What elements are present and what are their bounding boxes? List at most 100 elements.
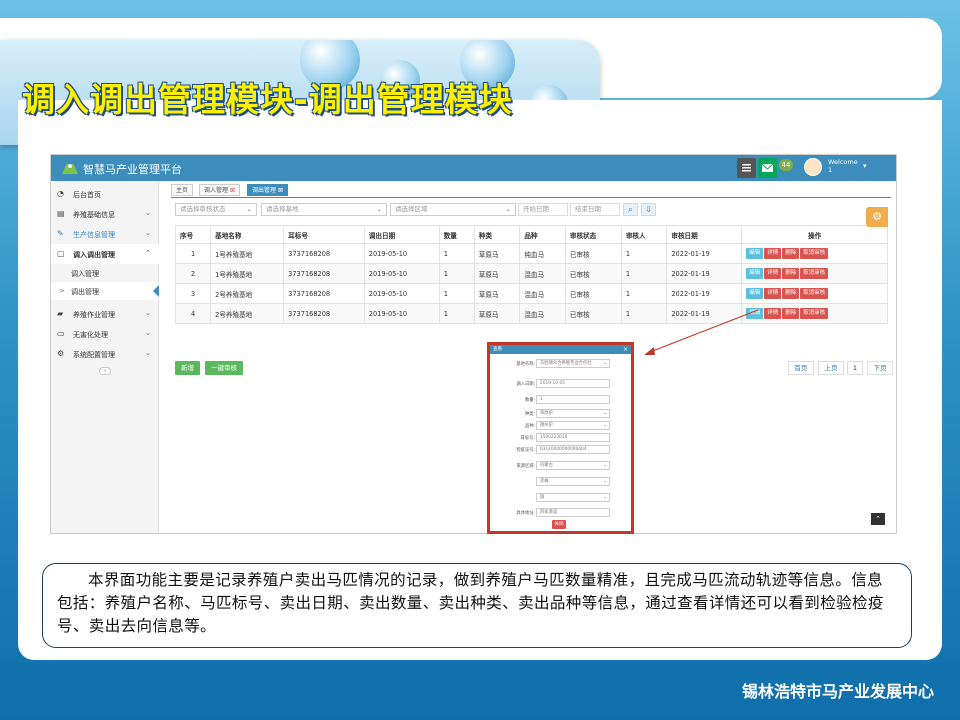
pager-last[interactable]: 尾页 [896,361,897,375]
delete-button[interactable]: 删除 [782,288,800,299]
cancel-review-button[interactable]: 取消审核 [800,308,829,319]
settings-gear-icon[interactable]: ⚙ [866,207,888,227]
popup-select[interactable]: 草原驴 ⌄ [536,409,610,418]
cancel-review-button[interactable]: 取消审核 [800,268,829,279]
popup-field: 品种: 德州驴 ⌄ [490,421,631,431]
popup-close-button[interactable]: 关闭 [552,520,566,529]
scroll-top-button[interactable]: ⌃ [871,513,885,525]
sidebar-item-breeding-info[interactable]: ▤ 养殖基础信息 ⌄ [51,204,159,224]
chevron-up-icon: ⌃ [145,249,151,257]
row-actions: 编辑 详情 删除 取消审核 [741,243,888,264]
sidebar: ◔ 后台首页 ▤ 养殖基础信息 ⌄ ✎ 生产信息管理 ⌄ ▢ 调入调出管理 ⌃ 调入管理 > 调… [51,181,159,533]
table-cell: 已审核 [564,243,622,264]
detail-button[interactable]: 详情 [764,288,782,299]
tab-transfer-in[interactable]: 调入管理 ⊠ [199,184,240,196]
cancel-review-button-label: 取消审核 [803,310,826,316]
sidebar-item-operations[interactable]: ▰ 养殖作业管理 ⌄ [51,304,159,324]
popup-field-label: 调入日期: [516,382,535,387]
sidebar-item-transfer[interactable]: ▢ 调入调出管理 ⌃ [51,244,159,264]
status-select[interactable]: 请选择审核状态 ⌄ [175,203,257,216]
popup-input[interactable]: 四家港庙 [536,508,610,517]
detail-button[interactable]: 详情 [764,248,782,259]
popup-select[interactable]: 东胜镇众合养殖专业合作社 ⌄ [536,359,610,368]
dashboard-icon: ◔ [57,189,64,198]
row-actions: 编辑 详情 删除 取消审核 [741,303,888,324]
mail-icon[interactable] [758,158,777,178]
popup-field: 耳标号: 1500223010 [490,433,631,443]
end-date-input[interactable]: 结束日期 [570,203,620,216]
sidebar-item-production[interactable]: ✎ 生产信息管理 ⌄ [51,224,159,244]
popup-field: 基地名称: 东胜镇众合养殖专业合作社 ⌄ [490,359,631,369]
region-select[interactable]: 请选择区域 ⌄ [390,203,516,216]
list-icon[interactable] [737,158,756,178]
table-cell: 4 [174,303,212,324]
col-header: 操作 [741,225,888,244]
cancel-review-button[interactable]: 取消审核 [800,288,829,299]
pager-prev[interactable]: 上页 [818,361,844,375]
close-icon[interactable]: ⊠ [230,187,235,194]
app-brand: 智慧马产业管理平台 [83,163,182,176]
sidebar-item-harmless[interactable]: ▭ 无害化处理 ⌄ [51,324,159,344]
file-icon: ▢ [57,249,65,258]
pager-first[interactable]: 首页 [788,361,814,375]
monitor-icon: ▭ [57,329,65,338]
popup-header: 查看 × [490,345,631,354]
popup-select[interactable]: 赤峰 ⌄ [536,477,610,486]
delete-button-label: 删除 [785,310,797,316]
delete-button[interactable]: 删除 [782,248,800,259]
popup-input[interactable]: 1500223010 [536,433,610,442]
tab-home[interactable]: 主页 [171,184,194,196]
start-date-input[interactable]: 开始日期 [518,203,568,216]
tab-transfer-out[interactable]: 调出管理 ⊠ [247,184,288,196]
table-cell: 混血马 [519,283,566,304]
download-icon[interactable]: ⇩ [641,203,656,216]
welcome-text[interactable]: Welcome 1 [828,158,858,174]
edit-button[interactable]: 编辑 [746,288,764,299]
popup-select[interactable]: 旗 ⌄ [536,493,610,502]
popup-input[interactable]: 03110000000000404 [536,445,610,454]
app-screenshot: 智慧马产业管理平台 44 Welcome 1 ▾ ◔ 后台首页 ▤ 养殖基础信息 ⌄ ✎… [50,154,897,534]
base-select[interactable]: 请选择基地 ⌄ [261,203,387,216]
delete-button[interactable]: 删除 [782,308,800,319]
table-cell: 草原马 [473,303,521,324]
one-click-review-button[interactable]: 一键审核 [205,361,243,375]
popup-field-label: 种类: [524,412,535,417]
edit-button[interactable]: 编辑 [746,248,764,259]
delete-button[interactable]: 删除 [782,268,800,279]
search-icon[interactable]: ⌕ [623,203,638,216]
popup-select[interactable]: 德州驴 ⌄ [536,421,610,430]
sidebar-sub-transfer-in[interactable]: 调入管理 [51,264,159,282]
chevron-down-icon: ⌄ [145,229,151,237]
collapse-sidebar-button[interactable]: » [99,367,111,375]
sidebar-item-system[interactable]: ⚙ 系统配置管理 ⌄ [51,344,159,364]
popup-field-label: 数量: [524,398,535,403]
popup-field: 检疫证号: 03110000000000404 [490,445,631,455]
detail-button[interactable]: 详情 [764,308,782,319]
popup-input[interactable]: 2019-10-05 [536,379,610,388]
close-icon[interactable]: ⊠ [278,187,283,194]
edit-button-label: 编辑 [749,310,761,316]
detail-button-label: 详情 [767,290,779,296]
chevron-down-icon[interactable]: ▾ [863,162,867,170]
popup-select[interactable]: 内蒙古 ⌄ [536,461,610,470]
edit-button-label: 编辑 [749,250,761,256]
sidebar-sub-transfer-out[interactable]: > 调出管理 [51,282,159,300]
cancel-review-button-label: 取消审核 [803,250,826,256]
add-button[interactable]: 新增 [175,361,200,375]
sidebar-item-home[interactable]: ◔ 后台首页 [51,184,159,204]
detail-button[interactable]: 详情 [764,268,782,279]
chevron-down-icon: ⌄ [603,423,607,428]
cancel-review-button[interactable]: 取消审核 [800,248,829,259]
pager-page[interactable]: 1 [847,361,863,375]
popup-input[interactable]: 1 [536,395,610,404]
detail-button-label: 详情 [767,270,779,276]
avatar[interactable] [804,158,822,176]
close-icon[interactable]: × [623,345,628,354]
table-cell: 1 [620,263,668,284]
detail-button-label: 详情 [767,250,779,256]
table-cell: 1号养殖基地 [210,243,285,264]
edit-button[interactable]: 编辑 [746,268,764,279]
edit-button[interactable]: 编辑 [746,308,764,319]
folder-icon: ▰ [57,309,64,318]
pager-next[interactable]: 下页 [867,361,893,375]
